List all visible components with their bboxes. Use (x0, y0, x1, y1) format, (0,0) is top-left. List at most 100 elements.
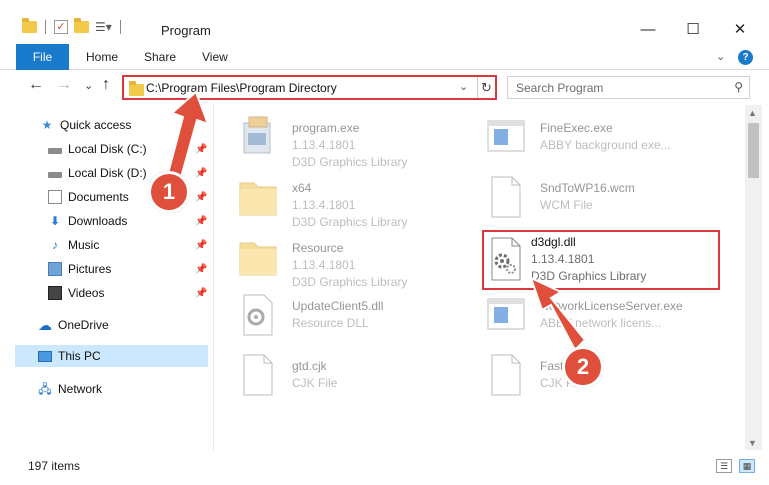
tab-file[interactable]: File (16, 44, 69, 70)
file-item-program-exe[interactable]: program.exe 1.13.4.1801 D3D Graphics Lib… (236, 113, 476, 169)
tab-share[interactable]: Share (144, 44, 176, 70)
file-version: 1.13.4.1801 (292, 198, 356, 212)
help-icon[interactable]: ? (738, 50, 753, 65)
pin-icon[interactable]: 📌 (195, 168, 207, 179)
disk-icon (48, 148, 62, 154)
file-item-resource[interactable]: Resource 1.13.4.1801 D3D Graphics Librar… (236, 233, 476, 289)
file-name: x64 (292, 181, 312, 195)
file-name: NetworkLicenseServer.exe (540, 299, 683, 313)
file-icon (491, 354, 521, 396)
pin-icon[interactable]: 📌 (195, 144, 207, 155)
folder-icon (239, 182, 277, 216)
pictures-icon (48, 262, 62, 276)
window-title: Program (161, 23, 211, 38)
ribbon: File Home Share View ⌄ ? (0, 44, 769, 70)
sidebar-item-onedrive[interactable]: ☁ OneDrive (38, 314, 109, 336)
forward-button[interactable]: → (56, 76, 72, 94)
address-dropdown-button[interactable]: ⌄ (459, 80, 468, 93)
music-icon: ♪ (52, 238, 58, 252)
large-icons-view-icon[interactable]: ▦ (739, 459, 755, 473)
pin-icon[interactable]: 📌 (195, 192, 207, 203)
exe-icon (243, 116, 271, 154)
up-button[interactable]: ↑ (102, 76, 110, 94)
properties-check-icon[interactable]: ✓ (54, 20, 68, 34)
customize-toolbar-icon[interactable]: ☰▾ (95, 20, 112, 34)
file-icon (491, 176, 521, 218)
sidebar-item-pictures[interactable]: Pictures (48, 258, 111, 280)
file-description: D3D Graphics Library (292, 275, 408, 289)
file-version: 1.13.4.1801 (292, 138, 356, 152)
status-bar: 197 items ☰ ▦ (0, 453, 769, 485)
sidebar-item-label: Downloads (68, 214, 128, 228)
sidebar-item-documents[interactable]: Documents (48, 186, 129, 208)
sidebar-item-quick-access[interactable]: ★ Quick access (40, 114, 132, 136)
sidebar-item-label: OneDrive (58, 318, 109, 332)
file-item-networklicenseserver-exe[interactable]: NetworkLicenseServer.exe ABBY network li… (484, 291, 724, 343)
file-icon (243, 354, 273, 396)
file-item-fineexec-exe[interactable]: FineExec.exe ABBY background exe... (484, 113, 724, 165)
tab-view[interactable]: View (202, 44, 228, 70)
pin-icon[interactable]: 📌 (195, 288, 207, 299)
file-item-sndtowp16-wcm[interactable]: SndToWP16.wcm WCM File (484, 173, 724, 225)
scroll-down-icon[interactable]: ▼ (748, 438, 757, 448)
file-description: Resource DLL (292, 316, 369, 330)
item-count: 197 items (28, 459, 81, 473)
network-icon: 🖧 (38, 382, 52, 396)
sidebar-item-music[interactable]: ♪ Music (48, 234, 99, 256)
step-2-badge: 2 (562, 346, 604, 388)
file-description: WCM File (540, 198, 593, 212)
step-1-badge: 1 (148, 171, 190, 213)
file-name: program.exe (292, 121, 360, 135)
expand-ribbon-button[interactable]: ⌄ (716, 44, 725, 70)
sidebar-item-label: Quick access (60, 118, 132, 132)
folder-icon[interactable] (22, 18, 37, 33)
scroll-up-icon[interactable]: ▲ (748, 108, 757, 118)
details-view-icon[interactable]: ☰ (716, 459, 732, 473)
search-input[interactable]: Search Program (516, 81, 603, 95)
file-item-updateclient5-dll[interactable]: UpdateClient5.dll Resource DLL (236, 291, 476, 343)
folder-icon (129, 81, 144, 96)
search-icon[interactable]: ⚲ (734, 80, 743, 94)
file-name: FineExec.exe (540, 121, 613, 135)
search-box[interactable]: Search Program ⚲ (507, 76, 750, 99)
sidebar-item-local-disk-c[interactable]: Local Disk (C:) (48, 138, 147, 160)
pin-icon[interactable]: 📌 (195, 264, 207, 275)
file-version: 1.13.4.1801 (292, 258, 356, 272)
recent-locations-button[interactable]: ⌄ (84, 79, 93, 92)
vertical-scrollbar[interactable]: ▲ ▼ (745, 105, 762, 450)
address-bar[interactable]: C:\Program Files\Program Directory ⌄ ↻ (122, 75, 497, 100)
scrollbar-thumb[interactable] (748, 123, 759, 178)
maximize-button[interactable]: ☐ (678, 16, 708, 44)
sidebar-item-label: Pictures (68, 262, 112, 276)
sidebar-item-downloads[interactable]: ⬇ Downloads (48, 210, 127, 232)
sidebar-item-label: Network (58, 382, 103, 396)
toolbar-divider (45, 20, 46, 34)
new-folder-icon[interactable] (74, 18, 89, 33)
dll-icon (243, 294, 273, 336)
close-button[interactable]: ✕ (725, 16, 755, 44)
file-description: D3D Graphics Library (292, 155, 408, 169)
highlight-outline (482, 230, 720, 290)
sidebar-item-local-disk-d[interactable]: Local Disk (D:) (48, 162, 147, 184)
sidebar-item-network[interactable]: 🖧 Network (38, 378, 102, 400)
refresh-button[interactable]: ↻ (477, 77, 495, 98)
file-item-gtd-cjk[interactable]: gtd.cjk CJK File (236, 351, 476, 403)
pin-icon[interactable]: 📌 (195, 240, 207, 251)
pin-icon[interactable]: 📌 (195, 216, 207, 227)
file-item-fastr[interactable]: FastR... CJK Fi... (484, 351, 724, 403)
sidebar-item-label: Videos (68, 286, 105, 300)
minimize-button[interactable]: — (633, 16, 663, 44)
computer-icon (38, 350, 52, 362)
navigation-bar: ← → ⌄ ↑ C:\Program Files\Program Directo… (0, 71, 769, 105)
folder-icon (239, 242, 277, 276)
toolbar-divider (119, 20, 121, 34)
window-icon (487, 298, 525, 330)
sidebar-item-this-pc[interactable]: This PC (38, 345, 101, 367)
back-button[interactable]: ← (28, 76, 44, 94)
file-name: SndToWP16.wcm (540, 181, 635, 195)
tab-home[interactable]: Home (86, 44, 118, 70)
file-name: gtd.cjk (292, 359, 327, 373)
address-path[interactable]: C:\Program Files\Program Directory (146, 81, 337, 95)
sidebar-item-videos[interactable]: Videos (48, 282, 104, 304)
file-item-x64[interactable]: x64 1.13.4.1801 D3D Graphics Library (236, 173, 476, 229)
